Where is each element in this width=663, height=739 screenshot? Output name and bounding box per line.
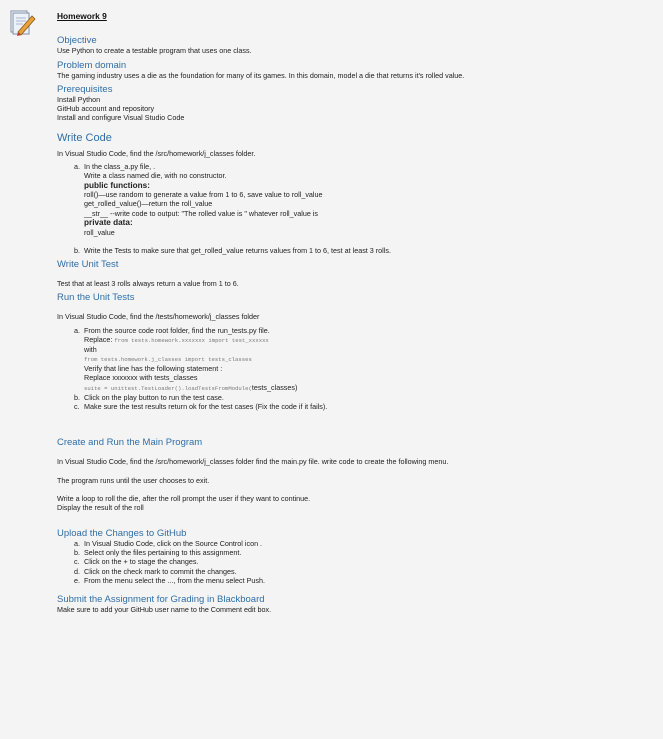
upload-step: d. Click on the check mark to commit the … bbox=[74, 566, 237, 576]
objective-heading: Objective bbox=[57, 35, 97, 47]
document-pencil-icon bbox=[10, 10, 36, 36]
document-page: Homework 9 Objective Use Python to creat… bbox=[0, 0, 663, 739]
upload-step: c. Click on the + to stage the changes. bbox=[74, 557, 199, 567]
problem-domain-heading: Problem domain bbox=[57, 59, 127, 71]
replace-line: Replace: from tests.homework.xxxxxxx imp… bbox=[84, 335, 269, 345]
prerequisites-heading: Prerequisites bbox=[57, 83, 113, 95]
write-code-heading: Write Code bbox=[57, 131, 112, 144]
run-tests-step-c: c. Make sure the test results return ok f… bbox=[74, 402, 328, 412]
prerequisite-item: GitHub account and repository bbox=[57, 104, 155, 114]
with-code: from tests.homework.j_classes import tes… bbox=[84, 355, 252, 363]
write-unit-test-heading: Write Unit Test bbox=[57, 259, 119, 271]
suite-code: suite = unittest.TestLoader().loadTestsF… bbox=[84, 384, 252, 392]
verify-text: Verify that line has the following state… bbox=[84, 363, 223, 373]
main-program-text: Write a loop to roll the die, after the … bbox=[57, 494, 311, 504]
suite-line: suite = unittest.TestLoader().loadTestsF… bbox=[84, 382, 298, 392]
objective-text: Use Python to create a testable program … bbox=[57, 46, 252, 56]
write-code-intro: In Visual Studio Code, find the /src/hom… bbox=[57, 148, 256, 158]
write-code-line: __str__ --write code to output: "The rol… bbox=[84, 208, 319, 218]
run-unit-tests-heading: Run the Unit Tests bbox=[57, 292, 135, 304]
run-tests-step-a: a. From the source code root folder, find… bbox=[74, 325, 270, 335]
with-label: with bbox=[84, 345, 97, 355]
write-code-step-a: a. In the class_a.py file, . bbox=[74, 162, 156, 172]
prerequisite-item: Install and configure Visual Studio Code bbox=[57, 113, 185, 123]
assignment-content: Homework 9 Objective Use Python to creat… bbox=[57, 11, 657, 615]
main-program-text: In Visual Studio Code, find the /src/hom… bbox=[57, 457, 449, 467]
public-functions-label: public functions: bbox=[84, 180, 150, 190]
upload-heading: Upload the Changes to GitHub bbox=[57, 527, 187, 539]
submit-text: Make sure to add your GitHub user name t… bbox=[57, 605, 272, 615]
private-data-label: private data: bbox=[84, 218, 133, 228]
page-title: Homework 9 bbox=[57, 11, 107, 21]
main-program-text: Display the result of the roll bbox=[57, 503, 144, 513]
write-code-line: Write a class named die, with no constru… bbox=[84, 171, 227, 181]
submit-heading: Submit the Assignment for Grading in Bla… bbox=[57, 594, 265, 606]
run-tests-step-b: b. Click on the play button to run the te… bbox=[74, 392, 224, 402]
upload-step: e. From the menu select the ..., from the… bbox=[74, 575, 265, 585]
write-unit-test-text: Test that at least 3 rolls always return… bbox=[57, 279, 239, 289]
main-program-text: The program runs until the user chooses … bbox=[57, 475, 210, 485]
problem-domain-text: The gaming industry uses a die as the fo… bbox=[57, 70, 465, 80]
main-program-heading: Create and Run the Main Program bbox=[57, 437, 203, 449]
replace2-text: Replace xxxxxxx with tests_classes bbox=[84, 373, 198, 383]
upload-step: b. Select only the files pertaining to th… bbox=[74, 547, 242, 557]
write-code-line: get_rolled_value()—return the roll_value bbox=[84, 199, 213, 209]
write-code-line: roll_value bbox=[84, 227, 115, 237]
upload-step: a. In Visual Studio Code, click on the So… bbox=[74, 538, 263, 548]
prerequisite-item: Install Python bbox=[57, 94, 101, 104]
write-code-line: roll()—use random to generate a value fr… bbox=[84, 190, 323, 200]
run-unit-tests-intro: In Visual Studio Code, find the /tests/h… bbox=[57, 312, 260, 322]
replace-code: from tests.homework.xxxxxxx import test_… bbox=[114, 337, 269, 345]
write-code-step-b: b. Write the Tests to make sure that get_… bbox=[74, 245, 391, 255]
